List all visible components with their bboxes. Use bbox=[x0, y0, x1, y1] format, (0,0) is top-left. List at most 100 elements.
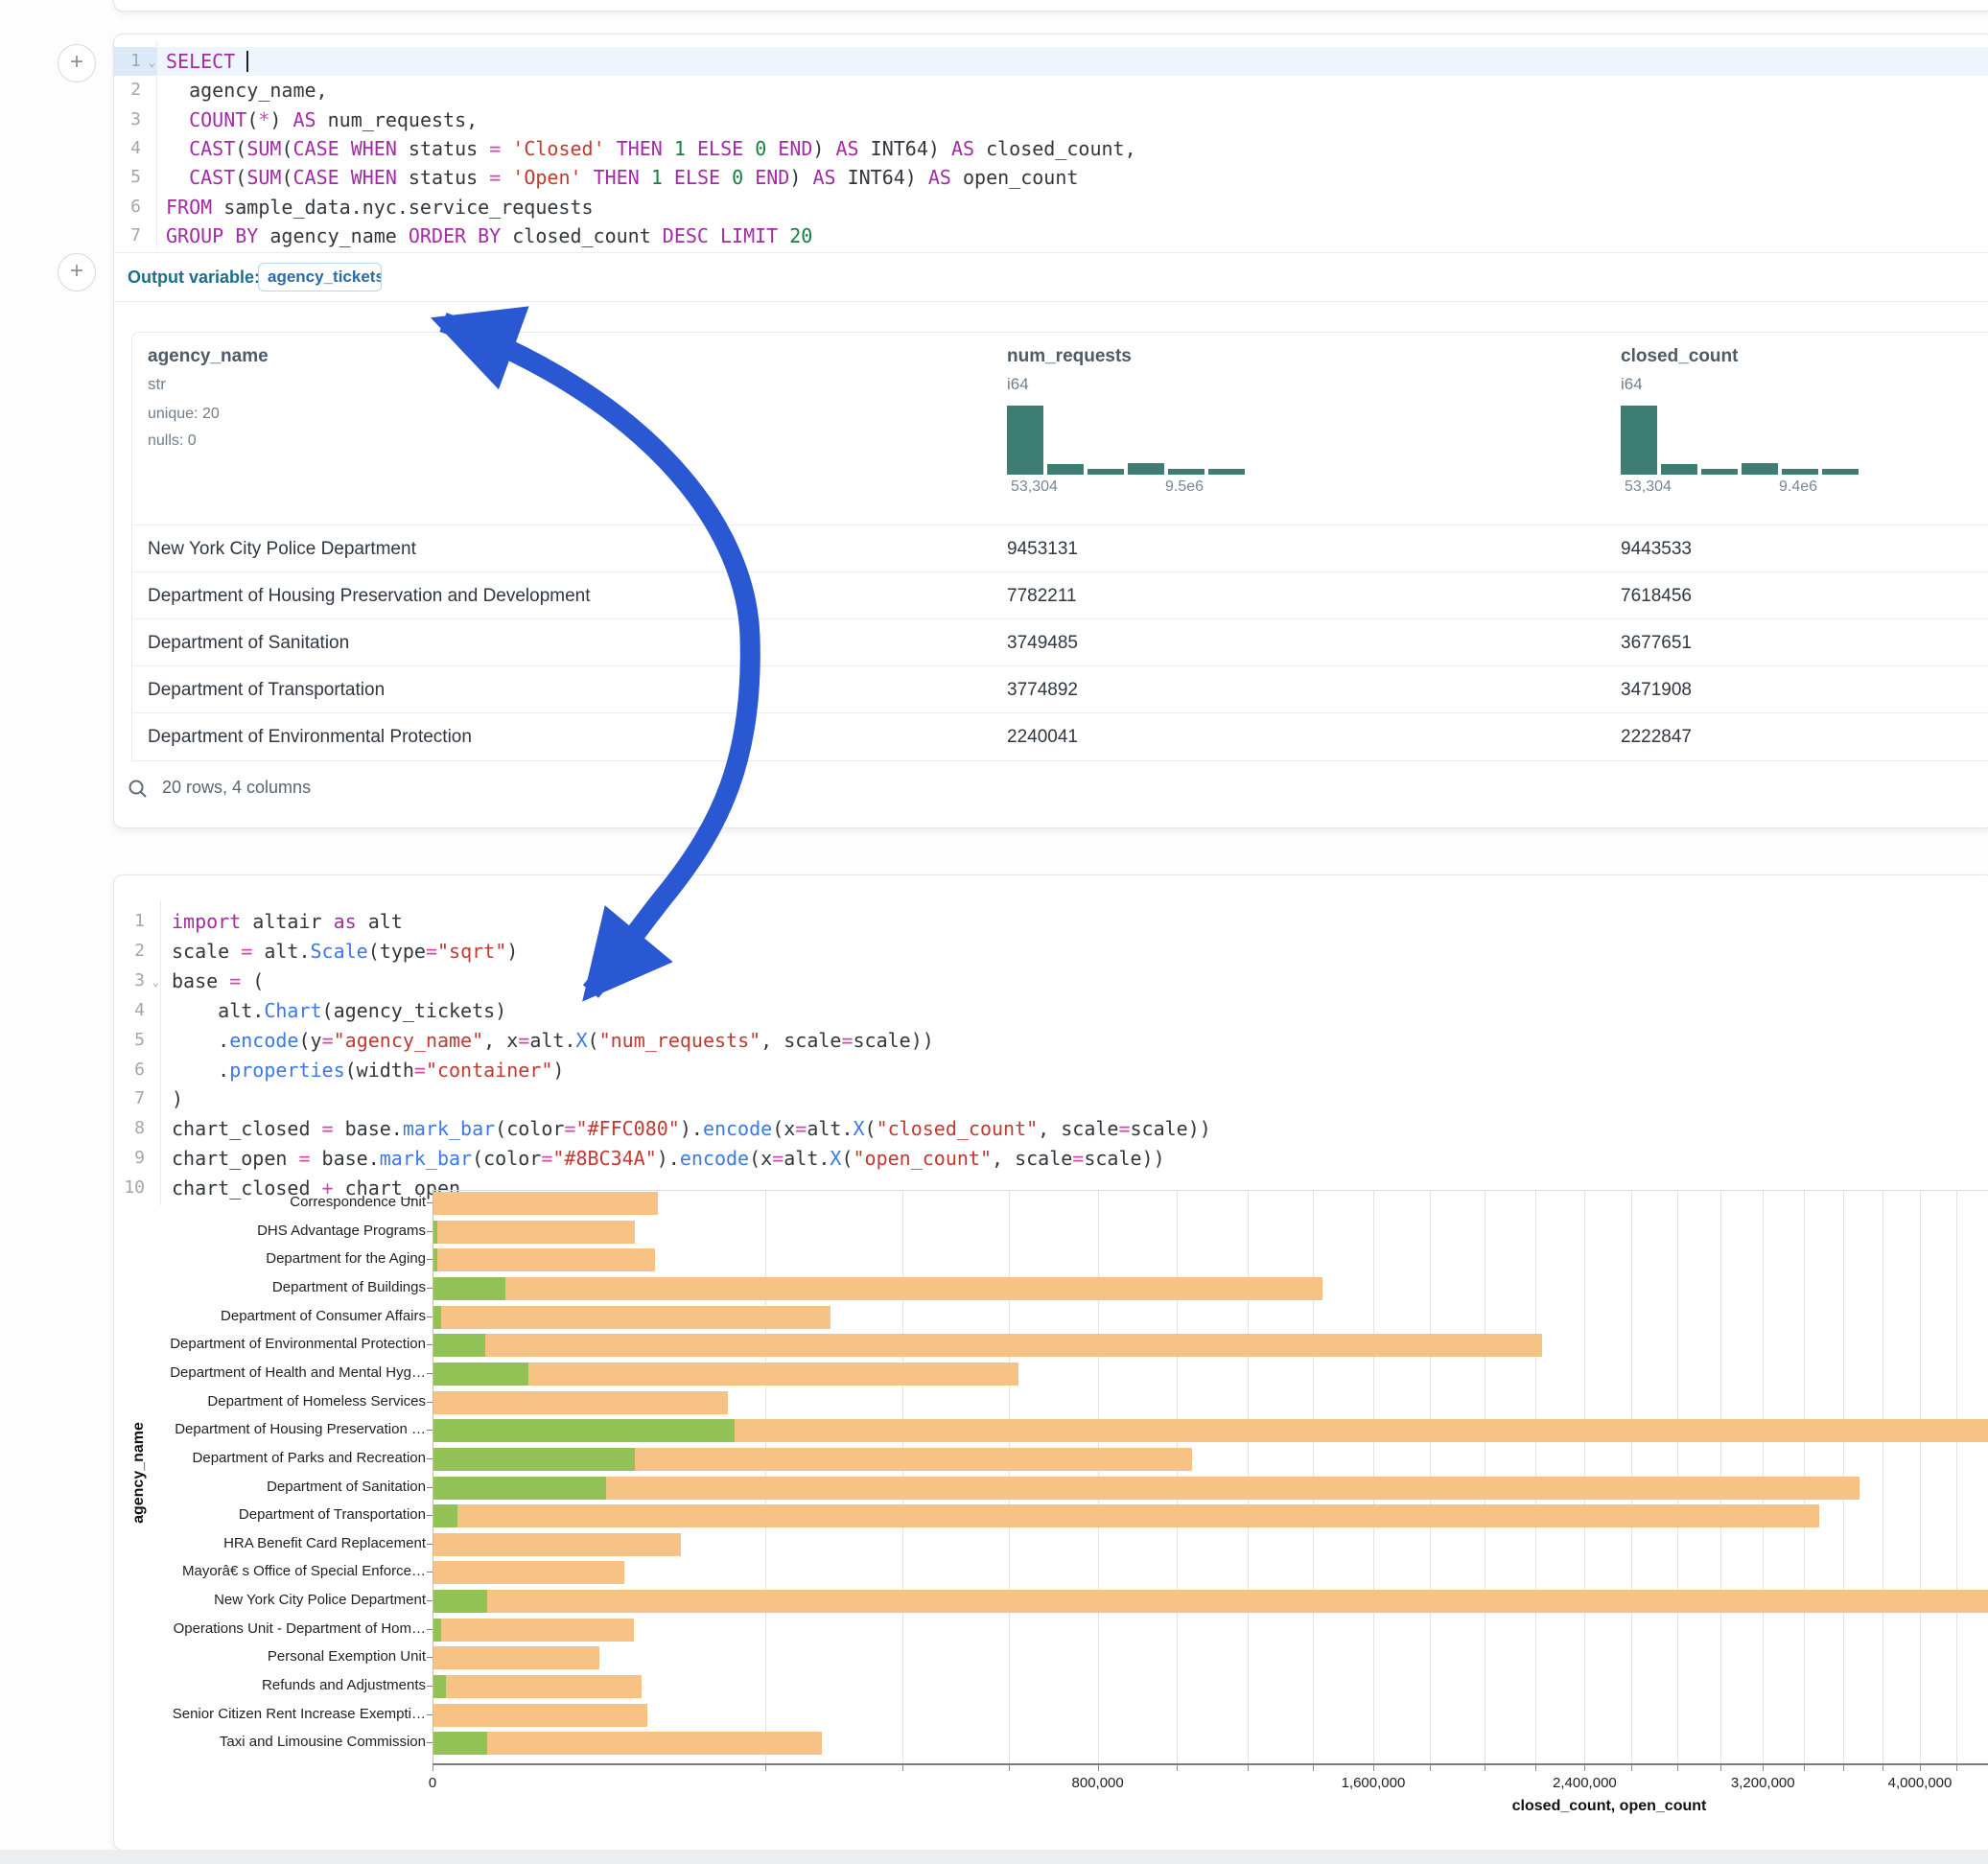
y-axis-tick bbox=[427, 1742, 433, 1743]
y-axis-tick bbox=[427, 1316, 433, 1317]
column-stat: unique: 20 bbox=[148, 406, 220, 423]
bar-open-count bbox=[433, 1334, 485, 1357]
table-row[interactable]: Department of Environmental Protection22… bbox=[132, 712, 1988, 760]
x-axis-tick bbox=[1430, 1765, 1431, 1771]
cell-value: 3677651 bbox=[1621, 619, 1692, 666]
histogram-min-label: 53,304 bbox=[1625, 478, 1672, 496]
add-cell-button-output[interactable]: + bbox=[58, 253, 96, 291]
code-line: agency_name, bbox=[166, 76, 328, 105]
code-line: ) bbox=[172, 1084, 183, 1113]
column-stat: nulls: 0 bbox=[148, 432, 197, 450]
bar-closed-count bbox=[433, 1277, 1322, 1300]
y-axis-label: Mayorâ€ s Office of Special Enforce… bbox=[119, 1559, 426, 1584]
x-axis-tick-label: 3,200,000 bbox=[1731, 1775, 1795, 1791]
cell-agency-name: New York City Police Department bbox=[148, 525, 416, 572]
table-row[interactable]: Department of Transportation377489234719… bbox=[132, 665, 1988, 713]
code-line: .properties(width="container") bbox=[172, 1056, 564, 1084]
cell-agency-name: Department of Environmental Protection bbox=[148, 713, 472, 760]
notebook-canvas: + + 1⌄234567SELECT agency_name, COUNT(*)… bbox=[0, 0, 1988, 1864]
histogram-bar bbox=[1701, 469, 1738, 475]
x-axis-tick bbox=[1631, 1765, 1632, 1771]
x-axis-tick bbox=[1677, 1765, 1678, 1771]
histogram-bar bbox=[1742, 463, 1778, 475]
x-axis-tick bbox=[1373, 1765, 1374, 1771]
table-row[interactable]: Department of Sanitation37494853677651 bbox=[132, 618, 1988, 666]
line-number: 3⌄ bbox=[114, 967, 160, 995]
bar-closed-count bbox=[433, 1477, 1859, 1500]
x-axis-tick bbox=[1920, 1765, 1921, 1771]
column-histogram bbox=[1007, 406, 1256, 475]
cell-value: 7782211 bbox=[1007, 572, 1077, 619]
y-axis-label: Department of Homeless Services bbox=[119, 1389, 426, 1414]
y-axis-tick bbox=[427, 1373, 433, 1374]
bar-open-count bbox=[433, 1675, 446, 1698]
table-row[interactable]: New York City Police Department945313194… bbox=[132, 524, 1988, 572]
line-number: 7 bbox=[114, 1084, 160, 1113]
bar-closed-count bbox=[433, 1391, 728, 1414]
y-axis-label: HRA Benefit Card Replacement bbox=[119, 1531, 426, 1556]
bar-closed-count bbox=[433, 1192, 658, 1215]
bar-closed-count bbox=[433, 1619, 634, 1642]
bar-open-count bbox=[433, 1732, 487, 1755]
bar-open-count bbox=[433, 1277, 505, 1300]
table-row[interactable]: Department of Housing Preservation and D… bbox=[132, 571, 1988, 619]
bar-closed-count bbox=[433, 1221, 635, 1244]
y-axis-label: Senior Citizen Rent Increase Exempti… bbox=[119, 1702, 426, 1727]
y-axis-label: Correspondence Unit bbox=[119, 1190, 426, 1215]
y-axis-tick bbox=[427, 1657, 433, 1658]
y-axis-label: Department of Health and Mental Hyg… bbox=[119, 1361, 426, 1386]
code-line: SELECT bbox=[166, 47, 248, 76]
x-axis-tick bbox=[1535, 1765, 1536, 1771]
line-number: 5 bbox=[114, 1026, 160, 1055]
bar-closed-count bbox=[433, 1561, 624, 1584]
bar-open-count bbox=[433, 1221, 437, 1244]
cell-agency-name: Department of Sanitation bbox=[148, 619, 349, 666]
result-table[interactable]: agency_namestrunique: 20nulls: 0num_requ… bbox=[131, 332, 1988, 761]
y-axis-label: DHS Advantage Programs bbox=[119, 1219, 426, 1244]
bar-closed-count bbox=[433, 1646, 599, 1669]
sql-cell-card: 1⌄234567SELECT agency_name, COUNT(*) AS … bbox=[113, 34, 1988, 828]
cell-value: 7618456 bbox=[1621, 572, 1692, 619]
histogram-max-label: 9.4e6 bbox=[1779, 478, 1817, 496]
y-axis-tick bbox=[427, 1714, 433, 1715]
histogram-bar bbox=[1782, 469, 1818, 475]
code-line: chart_closed = base.mark_bar(color="#FFC… bbox=[172, 1114, 1211, 1143]
collapse-chevron-icon[interactable]: ⌄ bbox=[149, 48, 155, 77]
cell-value: 3471908 bbox=[1621, 666, 1692, 713]
bar-open-count bbox=[433, 1590, 487, 1613]
line-number: 6 bbox=[114, 1056, 160, 1084]
line-number: 4 bbox=[114, 134, 156, 163]
line-number: 1⌄ bbox=[114, 47, 156, 76]
y-axis-tick bbox=[427, 1259, 433, 1260]
histogram-bar bbox=[1208, 469, 1245, 475]
bar-open-count bbox=[433, 1306, 441, 1329]
x-axis-tick bbox=[1763, 1765, 1764, 1771]
add-cell-button-top[interactable]: + bbox=[58, 44, 96, 82]
code-line: base = ( bbox=[172, 967, 264, 995]
histogram-bar bbox=[1088, 469, 1124, 475]
bar-open-count bbox=[433, 1419, 735, 1442]
collapse-chevron-icon[interactable]: ⌄ bbox=[152, 967, 159, 996]
x-axis-tick bbox=[902, 1765, 903, 1771]
y-axis-tick bbox=[427, 1458, 433, 1459]
line-number: 7 bbox=[114, 221, 156, 250]
x-axis-tick bbox=[1177, 1765, 1178, 1771]
line-number: 5 bbox=[114, 163, 156, 192]
bar-open-count bbox=[433, 1504, 457, 1527]
y-axis-label: Refunds and Adjustments bbox=[119, 1673, 426, 1698]
line-number: 2 bbox=[114, 76, 156, 105]
x-axis-tick-label: 800,000 bbox=[1072, 1775, 1124, 1791]
output-variable-pill[interactable]: agency_tickets bbox=[258, 263, 382, 291]
x-axis-tick bbox=[1584, 1765, 1585, 1771]
bar-closed-count bbox=[433, 1590, 1988, 1613]
bar-closed-count bbox=[433, 1504, 1819, 1527]
y-axis-tick bbox=[427, 1600, 433, 1601]
search-icon[interactable] bbox=[128, 777, 149, 815]
y-axis-label: Department of Sanitation bbox=[119, 1475, 426, 1500]
bar-closed-count bbox=[433, 1675, 642, 1698]
histogram-bar bbox=[1007, 406, 1043, 475]
x-axis-tick-label: 4,000,000 bbox=[1888, 1775, 1953, 1791]
column-type: i64 bbox=[1007, 375, 1029, 394]
y-axis-label: Department of Consumer Affairs bbox=[119, 1304, 426, 1329]
y-axis-tick bbox=[427, 1202, 433, 1203]
